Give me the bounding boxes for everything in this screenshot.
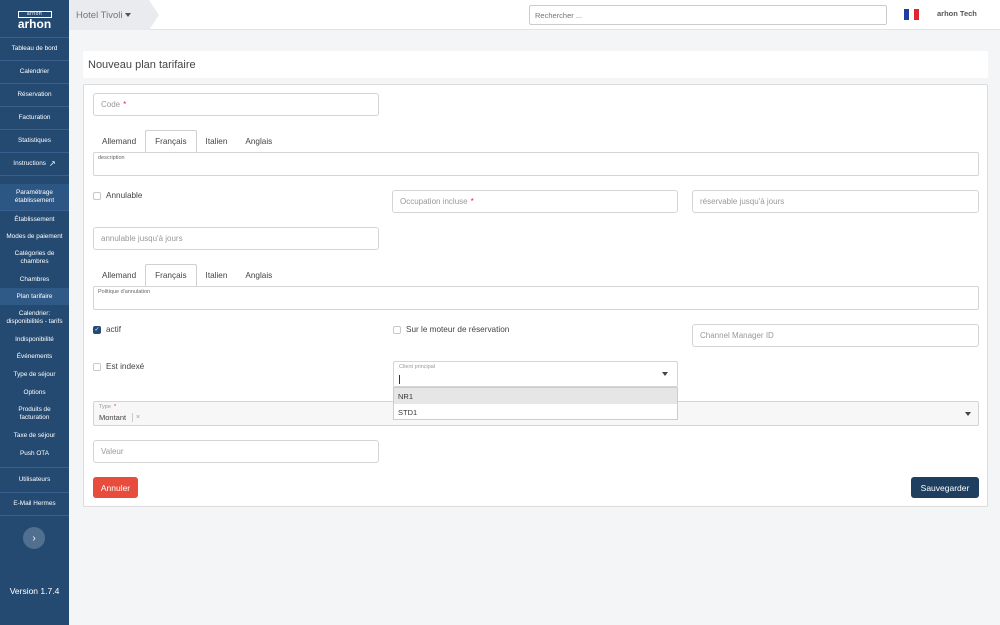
- tab-german-2[interactable]: Allemand: [93, 264, 145, 287]
- description-language-tabs: Allemand Français Italien Anglais: [93, 130, 281, 153]
- save-button[interactable]: Sauvegarder: [911, 477, 979, 498]
- text-cursor: [399, 375, 400, 384]
- main-client-select[interactable]: Client principal: [393, 361, 678, 387]
- sidebar-item-options[interactable]: Options: [0, 384, 69, 401]
- actif-label: actif: [106, 325, 122, 334]
- sidebar-item-unavailability[interactable]: Indisponibilité: [0, 331, 69, 348]
- sidebar-item-stay-type[interactable]: Type de séjour: [0, 366, 69, 384]
- logo[interactable]: arhon arhon: [0, 0, 69, 37]
- sidebar-section-settings[interactable]: Paramétrage établissement: [0, 184, 69, 210]
- sidebar-item-rate-plan[interactable]: Plan tarifaire: [0, 288, 69, 305]
- caret-down-icon: [965, 412, 971, 416]
- checkmark-icon: ✓: [93, 325, 101, 334]
- sidebar-item-room-categories[interactable]: Catégories de chambres: [0, 245, 69, 271]
- tab-italian-1[interactable]: Italien: [197, 130, 237, 153]
- cancellable-days-field[interactable]: annulable jusqu'à jours: [93, 227, 379, 250]
- tab-french-1[interactable]: Français: [145, 130, 197, 153]
- tab-english-1[interactable]: Anglais: [236, 130, 281, 153]
- sidebar-item-reservation[interactable]: Réservation: [0, 84, 69, 106]
- annulable-checkbox[interactable]: Annulable: [93, 191, 142, 200]
- sidebar-item-billing-products[interactable]: Produits de facturation: [0, 401, 69, 427]
- politique-label: Politique d'annulation: [98, 289, 151, 295]
- valeur-placeholder: Valeur: [101, 447, 124, 456]
- sidebar-item-users[interactable]: Utilisateurs: [0, 468, 69, 492]
- tab-italian-2[interactable]: Italien: [197, 264, 237, 287]
- sidebar-item-billing[interactable]: Facturation: [0, 107, 69, 129]
- client-option-nr1[interactable]: NR1: [394, 388, 677, 404]
- sidebar-item-establishment[interactable]: Établissement: [0, 211, 69, 228]
- page-title-card: Nouveau plan tarifaire: [83, 51, 988, 78]
- channel-placeholder: Channel Manager ID: [700, 331, 774, 340]
- tab-english-2[interactable]: Anglais: [236, 264, 281, 287]
- booking-engine-checkbox[interactable]: Sur le moteur de réservation: [393, 325, 509, 334]
- topbar: Hotel Tivoli arhon Tech: [69, 0, 1000, 30]
- sidebar-item-payment-modes[interactable]: Modes de paiement: [0, 228, 69, 245]
- sidebar-item-push-ota[interactable]: Push OTA: [0, 445, 69, 462]
- sidebar-item-dashboard[interactable]: Tableau de bord: [0, 38, 69, 60]
- french-flag-icon[interactable]: [904, 9, 919, 20]
- tab-french-2[interactable]: Français: [145, 264, 197, 287]
- page-title: Nouveau plan tarifaire: [88, 58, 196, 71]
- indexe-label: Est indexé: [106, 362, 145, 371]
- annulable-label: Annulable: [106, 191, 143, 200]
- sidebar-item-statistics[interactable]: Statistiques: [0, 130, 69, 152]
- occupation-placeholder: Occupation incluse: [400, 197, 468, 206]
- reservable-days-field[interactable]: réservable jusqu'à jours: [692, 190, 979, 213]
- instructions-label: Instructions: [13, 160, 46, 167]
- search-input[interactable]: [529, 5, 887, 25]
- clear-icon[interactable]: ×: [132, 413, 140, 422]
- actif-checkbox[interactable]: ✓ actif: [93, 325, 121, 334]
- sidebar-item-calendar[interactable]: Calendrier: [0, 61, 69, 83]
- type-label: Type: [99, 404, 111, 410]
- sidebar-item-availability-calendar[interactable]: Calendrier: disponibilités - tarifs: [0, 305, 69, 331]
- client-label: Client principal: [399, 364, 436, 370]
- hotel-name: Hotel Tivoli: [76, 9, 123, 21]
- caret-down-icon: [662, 372, 668, 376]
- reservable-placeholder: réservable jusqu'à jours: [700, 197, 785, 206]
- description-textarea[interactable]: description: [93, 152, 979, 176]
- user-menu[interactable]: arhon Tech: [937, 9, 977, 18]
- annulable-jours-placeholder: annulable jusqu'à jours: [101, 234, 183, 243]
- description-label: description: [98, 155, 125, 161]
- logo-name: arhon: [17, 16, 52, 31]
- cancellation-policy-textarea[interactable]: Politique d'annulation: [93, 286, 979, 310]
- code-placeholder: Code: [101, 100, 121, 109]
- channel-manager-id-field[interactable]: Channel Manager ID: [692, 324, 979, 347]
- cancel-button[interactable]: Annuler: [93, 477, 138, 498]
- tab-german-1[interactable]: Allemand: [93, 130, 145, 153]
- checkbox-box: [93, 191, 101, 200]
- caret-down-icon: [125, 13, 132, 17]
- checkbox-box: [93, 362, 101, 371]
- moteur-label: Sur le moteur de réservation: [406, 325, 510, 334]
- sidebar-toggle-button[interactable]: ›: [23, 527, 45, 549]
- version-label: Version 1.7.4: [9, 586, 60, 596]
- sidebar-item-tourist-tax[interactable]: Taxe de séjour: [0, 427, 69, 445]
- occupation-field[interactable]: Occupation incluse *: [392, 190, 678, 213]
- chevron-right-icon: ›: [32, 532, 36, 544]
- policy-language-tabs: Allemand Français Italien Anglais: [93, 264, 281, 287]
- sidebar: arhon arhon Tableau de bord Calendrier R…: [0, 0, 69, 625]
- indexed-checkbox[interactable]: Est indexé: [93, 362, 144, 371]
- sidebar-item-events[interactable]: Événements: [0, 348, 69, 366]
- type-value: Montant: [99, 413, 127, 422]
- sidebar-item-instructions[interactable]: Instructions ↗: [0, 153, 69, 175]
- client-option-std1[interactable]: STD1: [394, 404, 677, 420]
- sidebar-item-rooms[interactable]: Chambres: [0, 271, 69, 288]
- value-field[interactable]: Valeur: [93, 440, 379, 463]
- external-link-icon: ↗: [48, 159, 56, 168]
- code-field[interactable]: Code *: [93, 93, 379, 116]
- hotel-selector[interactable]: Hotel Tivoli: [69, 0, 159, 30]
- sidebar-item-email-hermes[interactable]: E-Mail Hermes: [0, 493, 69, 515]
- client-dropdown: NR1 STD1: [393, 387, 678, 420]
- checkbox-box: [393, 325, 401, 334]
